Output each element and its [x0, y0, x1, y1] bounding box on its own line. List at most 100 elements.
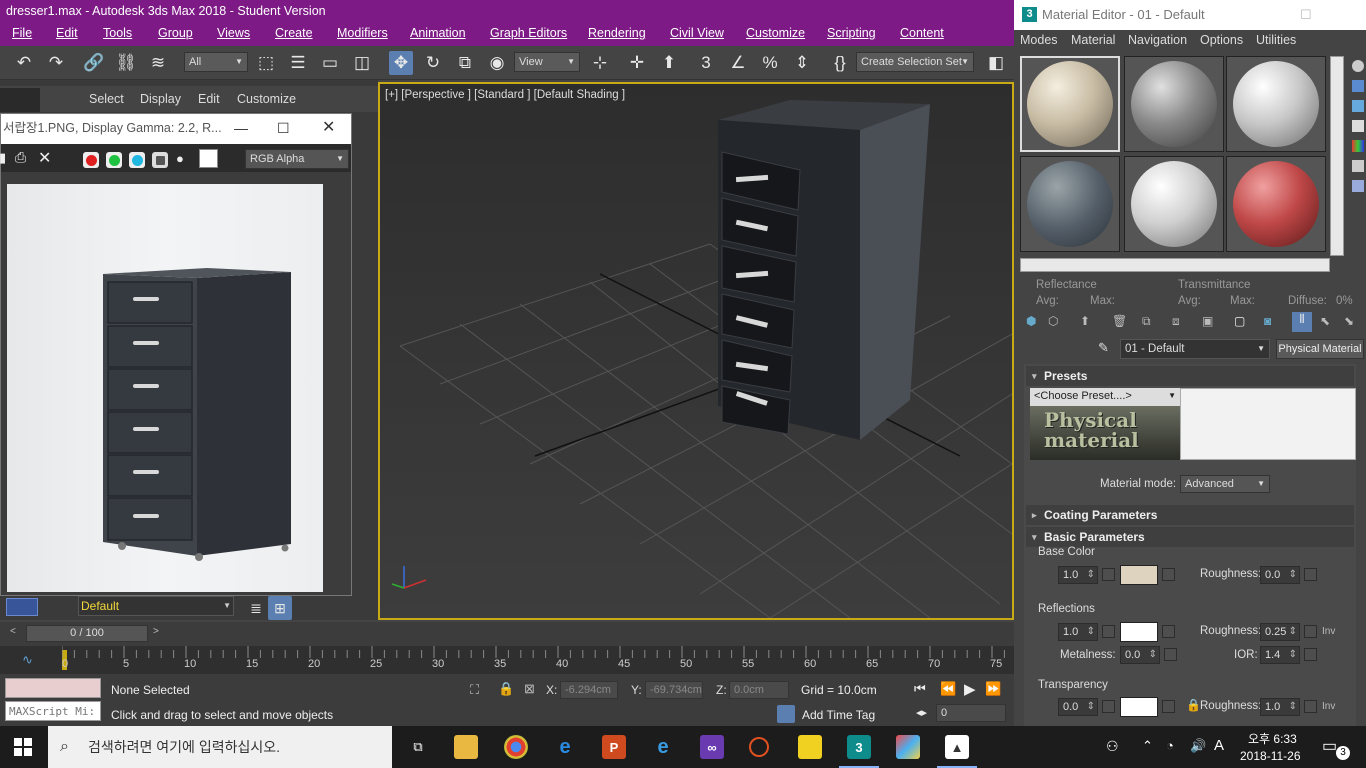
- curve-editor-icon[interactable]: ∿: [22, 652, 33, 668]
- 3dsmax-taskbar-icon[interactable]: 3: [839, 735, 879, 768]
- undo-icon[interactable]: ↶: [12, 51, 36, 75]
- add-time-tag[interactable]: Add Time Tag: [802, 708, 875, 722]
- get-material-icon[interactable]: ⬢: [1026, 314, 1036, 328]
- task-view-icon[interactable]: ⧉: [406, 735, 430, 759]
- options-icon[interactable]: [1352, 180, 1364, 192]
- me-menu-utilities[interactable]: Utilities: [1256, 33, 1296, 47]
- absolute-mode-icon[interactable]: ⊠: [524, 681, 535, 697]
- internet-explorer-icon[interactable]: e: [651, 735, 675, 759]
- transparency-inv-toggle[interactable]: Inv: [1322, 701, 1335, 712]
- presets-rollout-header[interactable]: Presets: [1026, 366, 1354, 386]
- time-slider-next-icon[interactable]: >: [153, 626, 159, 637]
- reflection-weight-spinner[interactable]: 1.0: [1058, 623, 1098, 641]
- base-roughness-spinner[interactable]: 0.0: [1260, 566, 1300, 584]
- save-image-icon[interactable]: ▮: [0, 150, 6, 166]
- transparency-weight-map-button[interactable]: [1102, 700, 1115, 713]
- transparency-roughness-map-button[interactable]: [1304, 700, 1317, 713]
- window-crossing-icon[interactable]: ◫: [350, 51, 374, 75]
- current-layer-dropdown[interactable]: Default ▼: [78, 596, 234, 616]
- video-color-check-icon[interactable]: [1352, 140, 1364, 152]
- minimize-icon[interactable]: —: [234, 114, 248, 142]
- reflection-inv-toggle[interactable]: Inv: [1322, 626, 1335, 637]
- alpha-channel-icon[interactable]: [152, 152, 168, 168]
- next-frame-icon[interactable]: ⏩: [985, 681, 1001, 697]
- base-roughness-map-button[interactable]: [1304, 568, 1317, 581]
- volume-icon[interactable]: 🔊: [1190, 738, 1206, 754]
- select-by-name-icon[interactable]: ☰: [286, 51, 310, 75]
- slots-vertical-scrollbar[interactable]: [1330, 56, 1344, 256]
- background-icon[interactable]: [1352, 100, 1364, 112]
- app-icon[interactable]: [749, 737, 769, 757]
- reflection-roughness-map-button[interactable]: [1304, 625, 1317, 638]
- windows-start-icon[interactable]: [14, 738, 32, 756]
- redo-icon[interactable]: ↷: [44, 51, 68, 75]
- menu-graph-editors[interactable]: Graph Editors: [490, 26, 567, 40]
- tab-customize[interactable]: Customize: [237, 92, 296, 106]
- blue-channel-icon[interactable]: [129, 152, 145, 168]
- copy-material-icon[interactable]: ⧉: [1142, 314, 1151, 329]
- reset-map-icon[interactable]: 🗑: [1112, 314, 1127, 328]
- choose-preset-dropdown[interactable]: <Choose Preset....> ▼: [1030, 388, 1180, 406]
- material-mode-dropdown[interactable]: Advanced ▼: [1180, 475, 1270, 493]
- make-preview-icon[interactable]: [1352, 160, 1364, 172]
- menu-tools[interactable]: Tools: [103, 26, 132, 40]
- time-slider-prev-icon[interactable]: <: [10, 626, 16, 637]
- base-weight-spinner[interactable]: 1.0: [1058, 566, 1098, 584]
- basic-parameters-rollout-header[interactable]: Basic Parameters: [1026, 527, 1354, 547]
- paint-icon[interactable]: [896, 735, 920, 759]
- sticky-notes-icon[interactable]: [798, 735, 822, 759]
- me-menu-modes[interactable]: Modes: [1020, 33, 1058, 47]
- reflection-color-swatch[interactable]: [1120, 622, 1158, 642]
- network-icon[interactable]: ◔: [1166, 738, 1174, 753]
- spinner-snap-icon[interactable]: ⇕: [790, 51, 814, 75]
- link-icon[interactable]: 🔗: [82, 51, 106, 75]
- slots-horizontal-scrollbar[interactable]: [1020, 258, 1330, 272]
- material-name-field[interactable]: 01 - Default ▼: [1120, 339, 1270, 359]
- assign-material-icon[interactable]: ⬆: [1080, 314, 1090, 328]
- visual-studio-icon[interactable]: ∞: [700, 735, 724, 759]
- tab-edit[interactable]: Edit: [198, 92, 220, 106]
- viewport-layout-tab[interactable]: [6, 598, 38, 616]
- base-color-map-button[interactable]: [1162, 568, 1175, 581]
- lock-icon[interactable]: 🔒: [1186, 698, 1201, 712]
- me-menu-options[interactable]: Options: [1200, 33, 1243, 47]
- preset-list[interactable]: [1180, 388, 1356, 460]
- show-shaded-material-icon[interactable]: ◙: [1264, 314, 1271, 328]
- x-coordinate-field[interactable]: -6.294cm: [560, 681, 618, 699]
- edge-icon[interactable]: e: [553, 735, 577, 759]
- go-to-start-icon[interactable]: ⏮: [914, 681, 926, 697]
- menu-file[interactable]: File: [12, 26, 32, 40]
- put-to-library-icon[interactable]: ▣: [1202, 314, 1213, 328]
- material-type-button[interactable]: Physical Material: [1276, 339, 1364, 359]
- clock-date[interactable]: 2018-11-26: [1240, 749, 1301, 763]
- green-channel-icon[interactable]: [106, 152, 122, 168]
- snaps-toggle-icon[interactable]: 3: [694, 51, 718, 75]
- background-color-swatch[interactable]: [199, 149, 218, 168]
- keyboard-shortcut-override-icon[interactable]: ⬆: [657, 51, 681, 75]
- selection-filter-dropdown[interactable]: All ▼: [184, 52, 248, 72]
- menu-animation[interactable]: Animation: [410, 26, 466, 40]
- bind-space-warp-icon[interactable]: ≋: [146, 51, 170, 75]
- z-coordinate-field[interactable]: 0.0cm: [729, 681, 789, 699]
- menu-modifiers[interactable]: Modifiers: [337, 26, 388, 40]
- ior-spinner[interactable]: 1.4: [1260, 646, 1300, 664]
- chrome-icon[interactable]: [504, 735, 528, 759]
- put-material-to-scene-icon[interactable]: ⬡: [1048, 314, 1058, 328]
- material-slot[interactable]: [1226, 156, 1326, 252]
- pick-material-eyedropper-icon[interactable]: ✎: [1098, 340, 1109, 356]
- print-icon[interactable]: ⎙: [15, 149, 26, 166]
- menu-civil-view[interactable]: Civil View: [670, 26, 724, 40]
- file-explorer-icon[interactable]: [454, 735, 478, 759]
- scene-explorer-toggle-icon[interactable]: ⊞: [268, 596, 292, 620]
- monochrome-icon[interactable]: ●: [176, 151, 184, 166]
- material-id-channel-icon[interactable]: ▢: [1234, 314, 1245, 328]
- scene-explorer-list[interactable]: [352, 136, 378, 596]
- material-slot[interactable]: [1020, 156, 1120, 252]
- current-frame-field[interactable]: 0: [936, 704, 1006, 722]
- menu-views[interactable]: Views: [217, 26, 250, 40]
- key-mode-icon[interactable]: ◂▸: [916, 706, 927, 719]
- taskbar-search-box[interactable]: ⌕ 검색하려면 여기에 입력하십시오.: [48, 726, 392, 768]
- transparency-color-swatch[interactable]: [1120, 697, 1158, 717]
- material-slot[interactable]: [1124, 156, 1224, 252]
- sample-type-icon[interactable]: [1352, 60, 1364, 72]
